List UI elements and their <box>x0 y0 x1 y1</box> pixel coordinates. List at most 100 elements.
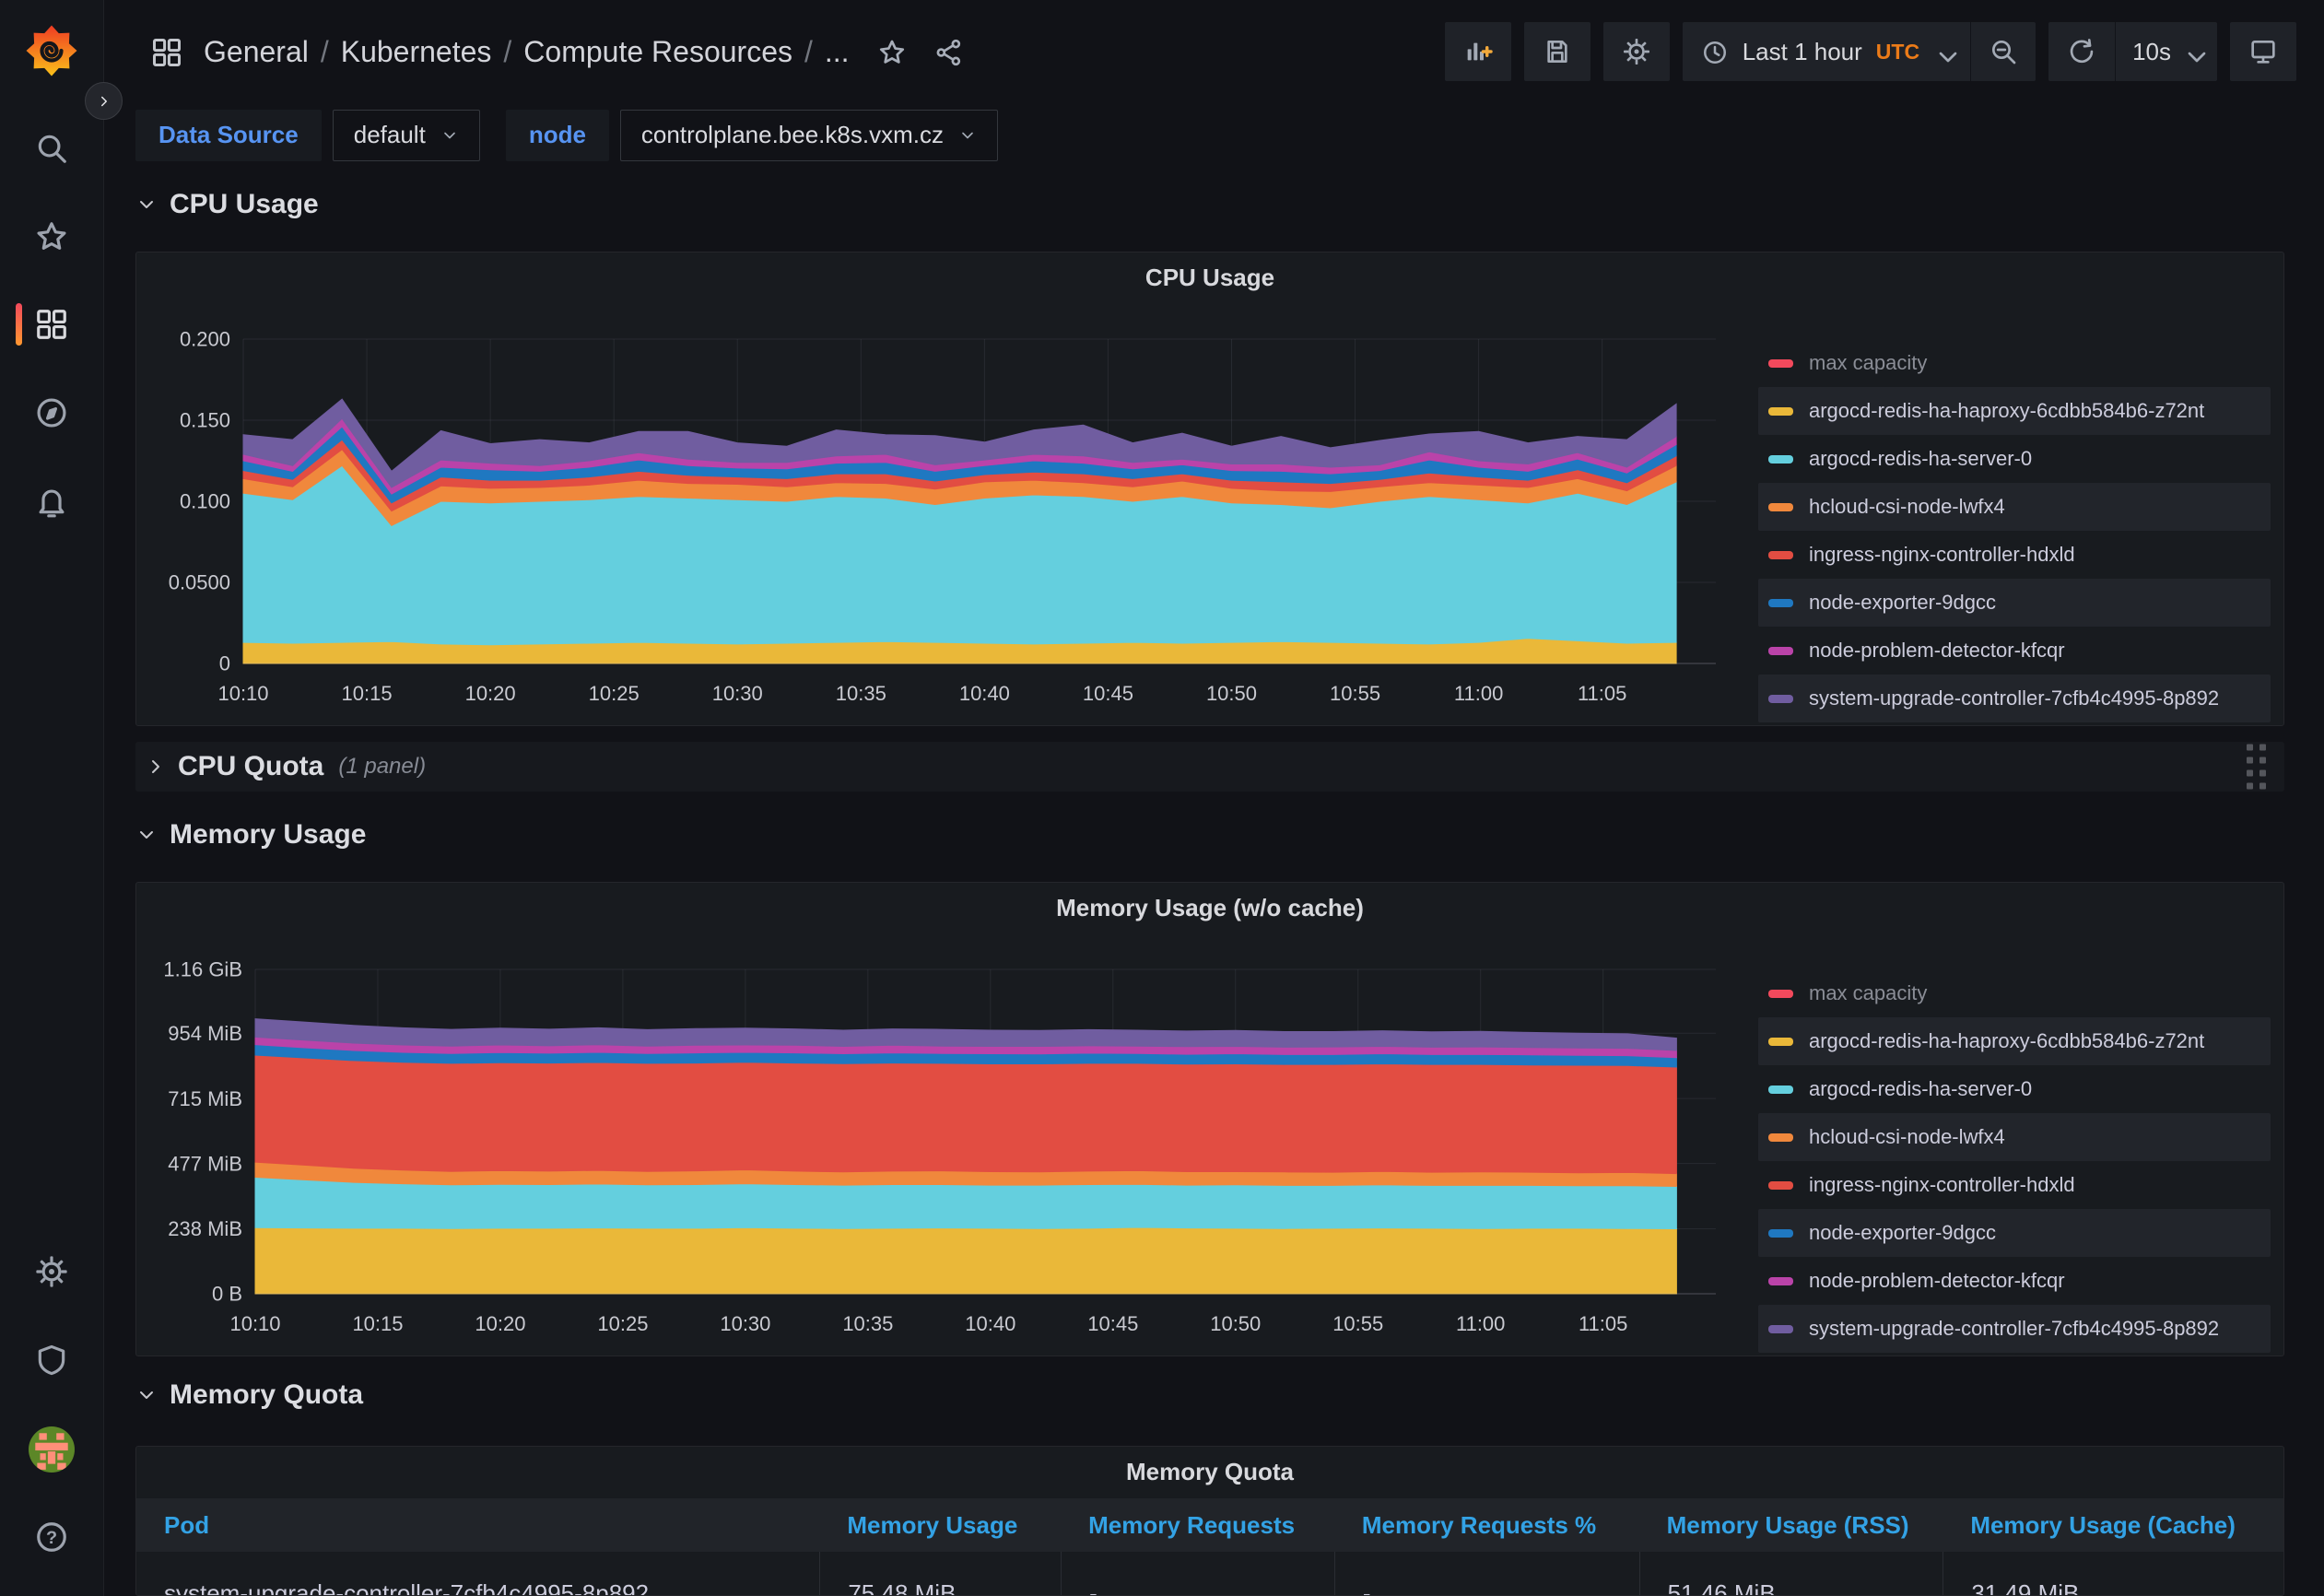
breadcrumb-general[interactable]: General <box>204 35 309 69</box>
legend-item[interactable]: argocd-redis-ha-server-0 <box>1758 435 2271 483</box>
section-memory-quota[interactable]: Memory Quota <box>135 1371 363 1419</box>
legend-color-swatch <box>1768 1038 1793 1046</box>
column-header-pod[interactable]: Pod <box>136 1498 819 1552</box>
cell-memory-usage-rss: 51.46 MiB <box>1639 1552 1943 1596</box>
node-select[interactable]: controlplane.bee.k8s.vxm.cz <box>620 110 998 161</box>
legend-label: ingress-nginx-controller-hdxld <box>1809 543 2075 567</box>
alerting-bell-icon[interactable] <box>34 484 69 519</box>
starred-icon[interactable] <box>34 219 69 254</box>
time-range-picker[interactable]: Last 1 hour UTC <box>1683 22 1970 81</box>
column-header-memory-usage[interactable]: Memory Usage <box>819 1498 1061 1552</box>
svg-text:10:10: 10:10 <box>229 1312 280 1335</box>
legend-color-swatch <box>1768 1325 1793 1333</box>
chevron-down-icon <box>2182 42 2201 61</box>
section-cpu-quota[interactable]: CPU Quota (1 panel) <box>135 742 2284 792</box>
section-title: Memory Usage <box>170 819 366 851</box>
chevron-down-icon <box>440 126 459 145</box>
drag-handle[interactable] <box>2247 745 2266 790</box>
legend-item[interactable]: argocd-redis-ha-haproxy-6cdbb584b6-z72nt <box>1758 1017 2271 1065</box>
chevron-down-icon <box>135 194 158 216</box>
time-range-label: Last 1 hour <box>1743 38 1862 66</box>
svg-text:10:25: 10:25 <box>589 682 640 705</box>
legend-label: max capacity <box>1809 351 1927 375</box>
section-memory-usage[interactable]: Memory Usage <box>135 811 366 859</box>
legend-color-swatch <box>1768 1181 1793 1190</box>
refresh-button[interactable] <box>2048 22 2115 81</box>
legend-item[interactable]: ingress-nginx-controller-hdxld <box>1758 1161 2271 1209</box>
column-header-memory-requests[interactable]: Memory Requests <box>1061 1498 1334 1552</box>
svg-text:11:05: 11:05 <box>1578 682 1626 705</box>
section-title: CPU Usage <box>170 189 319 220</box>
legend-item[interactable]: system-upgrade-controller-7cfb4c4995-8p8… <box>1758 675 2271 722</box>
legend-item[interactable]: max capacity <box>1758 969 2271 1017</box>
datasource-value: default <box>354 121 426 149</box>
svg-text:10:45: 10:45 <box>1087 1312 1138 1335</box>
legend-item[interactable]: argocd-redis-ha-haproxy-6cdbb584b6-z72nt <box>1758 387 2271 435</box>
legend-color-swatch <box>1768 455 1793 464</box>
memory-quota-panel: Memory Quota Pod Memory Usage Memory Req… <box>135 1446 2284 1596</box>
panel-title[interactable]: Memory Quota <box>136 1458 2283 1486</box>
datasource-variable: Data Source default <box>135 110 480 161</box>
legend-item[interactable]: node-problem-detector-kfcqr <box>1758 627 2271 675</box>
legend-item[interactable]: hcloud-csi-node-lwfx4 <box>1758 1113 2271 1161</box>
legend-item[interactable]: ingress-nginx-controller-hdxld <box>1758 531 2271 579</box>
add-panel-button[interactable] <box>1445 22 1511 81</box>
legend-item[interactable]: hcloud-csi-node-lwfx4 <box>1758 483 2271 531</box>
section-title: CPU Quota <box>178 751 323 782</box>
svg-text:10:50: 10:50 <box>1206 682 1257 705</box>
legend-item[interactable]: argocd-redis-ha-server-0 <box>1758 1065 2271 1113</box>
legend-color-swatch <box>1768 990 1793 998</box>
legend-item[interactable]: node-exporter-9dgcc <box>1758 579 2271 627</box>
zoom-out-time-button[interactable] <box>1971 22 2036 81</box>
svg-text:10:25: 10:25 <box>597 1312 648 1335</box>
legend-item[interactable]: max capacity <box>1758 339 2271 387</box>
svg-text:10:40: 10:40 <box>959 682 1010 705</box>
user-avatar[interactable] <box>29 1426 75 1473</box>
dashboard-settings-button[interactable] <box>1603 22 1670 81</box>
svg-text:10:20: 10:20 <box>475 1312 525 1335</box>
table-row: system-upgrade-controller-7cfb4c4995-8p8… <box>136 1552 2283 1596</box>
configuration-gear-icon[interactable] <box>34 1254 69 1289</box>
legend-item[interactable]: node-problem-detector-kfcqr <box>1758 1257 2271 1305</box>
legend-label: system-upgrade-controller-7cfb4c4995-8p8… <box>1809 1317 2219 1341</box>
svg-text:10:15: 10:15 <box>342 682 393 705</box>
legend-label: argocd-redis-ha-haproxy-6cdbb584b6-z72nt <box>1809 399 2204 423</box>
legend-item[interactable]: node-exporter-9dgcc <box>1758 1209 2271 1257</box>
breadcrumb-separator: / <box>804 35 813 69</box>
server-admin-shield-icon[interactable] <box>34 1343 69 1378</box>
breadcrumb-kubernetes[interactable]: Kubernetes <box>341 35 492 69</box>
column-header-memory-requests-pct[interactable]: Memory Requests % <box>1334 1498 1639 1552</box>
section-cpu-usage[interactable]: CPU Usage <box>135 181 319 229</box>
legend-item[interactable]: system-upgrade-controller-7cfb4c4995-8p8… <box>1758 1305 2271 1353</box>
panel-title[interactable]: Memory Usage (w/o cache) <box>136 894 2283 922</box>
breadcrumb-compute-resources[interactable]: Compute Resources <box>523 35 792 69</box>
panel-title[interactable]: CPU Usage <box>136 264 2283 292</box>
sidebar-expand-button[interactable] <box>85 82 123 120</box>
help-icon[interactable]: ? <box>34 1520 69 1555</box>
node-variable: node controlplane.bee.k8s.vxm.cz <box>506 110 998 161</box>
legend-label: ingress-nginx-controller-hdxld <box>1809 1173 2075 1197</box>
explore-compass-icon[interactable] <box>34 395 69 430</box>
svg-text:10:20: 10:20 <box>465 682 516 705</box>
cell-pod: system-upgrade-controller-7cfb4c4995-8p8… <box>136 1552 819 1596</box>
search-icon[interactable] <box>34 131 69 166</box>
svg-text:0: 0 <box>219 652 230 675</box>
dashboards-icon[interactable] <box>34 307 69 342</box>
star-dashboard-icon[interactable] <box>877 38 907 67</box>
legend-label: node-exporter-9dgcc <box>1809 591 1996 615</box>
legend-color-swatch <box>1768 1277 1793 1285</box>
svg-text:10:30: 10:30 <box>720 1312 770 1335</box>
save-dashboard-button[interactable] <box>1524 22 1590 81</box>
breadcrumb-separator: / <box>503 35 511 69</box>
kiosk-mode-button[interactable] <box>2230 22 2296 81</box>
chevron-down-icon <box>958 126 977 145</box>
refresh-interval-picker[interactable]: 10s <box>2116 22 2217 81</box>
grafana-logo-icon[interactable] <box>25 24 78 77</box>
share-dashboard-icon[interactable] <box>934 38 964 67</box>
datasource-select[interactable]: default <box>333 110 480 161</box>
svg-text:0 B: 0 B <box>212 1283 242 1306</box>
legend-label: node-problem-detector-kfcqr <box>1809 639 2065 663</box>
column-header-memory-usage-rss[interactable]: Memory Usage (RSS) <box>1639 1498 1943 1552</box>
column-header-memory-usage-cache[interactable]: Memory Usage (Cache) <box>1943 1498 2283 1552</box>
breadcrumb-separator: / <box>321 35 329 69</box>
